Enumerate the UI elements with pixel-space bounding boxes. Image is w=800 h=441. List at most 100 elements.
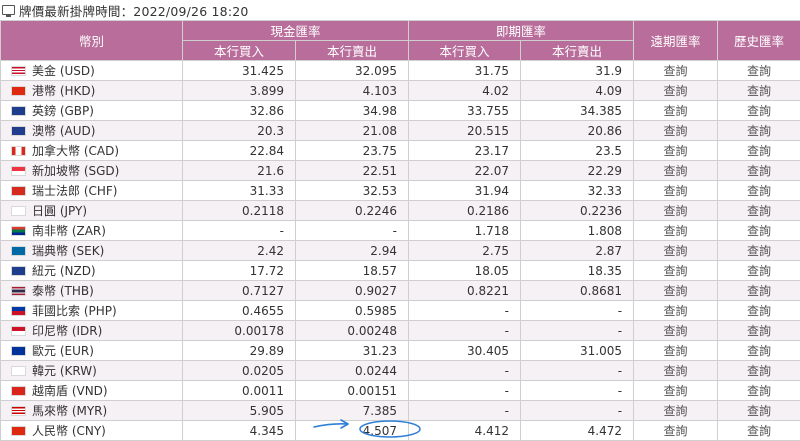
forward-rate-query-link[interactable]: 查詢 bbox=[634, 341, 718, 361]
history-rate-query-link[interactable]: 查詢 bbox=[718, 81, 800, 101]
forward-rate-query-link[interactable]: 查詢 bbox=[634, 381, 718, 401]
cash-buy-cell: 0.0205 bbox=[183, 361, 296, 381]
spot-sell-cell: 20.86 bbox=[521, 121, 634, 141]
history-rate-query-link[interactable]: 查詢 bbox=[718, 321, 800, 341]
spot-sell-cell: 0.8681 bbox=[521, 281, 634, 301]
history-rate-query-link[interactable]: 查詢 bbox=[718, 281, 800, 301]
forward-rate-query-link[interactable]: 查詢 bbox=[634, 321, 718, 341]
cash-sell-cell: 21.08 bbox=[296, 121, 409, 141]
my-flag-icon bbox=[11, 406, 26, 416]
forward-rate-query-link[interactable]: 查詢 bbox=[634, 361, 718, 381]
cash-sell-cell: 23.75 bbox=[296, 141, 409, 161]
cash-sell-cell: 34.98 bbox=[296, 101, 409, 121]
spot-buy-cell: 23.17 bbox=[409, 141, 521, 161]
history-rate-query-link[interactable]: 查詢 bbox=[718, 201, 800, 221]
cash-buy-cell: 5.905 bbox=[183, 401, 296, 421]
history-rate-query-link[interactable]: 查詢 bbox=[718, 421, 800, 441]
monitor-icon bbox=[2, 5, 15, 15]
forward-rate-query-link[interactable]: 查詢 bbox=[634, 201, 718, 221]
history-rate-query-link[interactable]: 查詢 bbox=[718, 261, 800, 281]
cash-sell-cell: 0.2246 bbox=[296, 201, 409, 221]
currency-name: 港幣 (HKD) bbox=[32, 84, 95, 98]
forward-rate-query-link[interactable]: 查詢 bbox=[634, 261, 718, 281]
table-row: 新加坡幣 (SGD)21.622.5122.0722.29查詢查詢 bbox=[1, 161, 800, 181]
cash-sell-cell: 4.103 bbox=[296, 81, 409, 101]
spot-sell-cell: 34.385 bbox=[521, 101, 634, 121]
currency-cell: 泰幣 (THB) bbox=[1, 281, 183, 301]
spot-sell-cell: 23.5 bbox=[521, 141, 634, 161]
forward-rate-query-link[interactable]: 查詢 bbox=[634, 301, 718, 321]
ph-flag-icon bbox=[11, 306, 26, 316]
cash-sell-cell: 0.9027 bbox=[296, 281, 409, 301]
table-row: 澳幣 (AUD)20.321.0820.51520.86查詢查詢 bbox=[1, 121, 800, 141]
forward-rate-query-link[interactable]: 查詢 bbox=[634, 121, 718, 141]
currency-name: 澳幣 (AUD) bbox=[32, 124, 95, 138]
spot-sell-cell: 32.33 bbox=[521, 181, 634, 201]
header-currency: 幣別 bbox=[1, 21, 183, 61]
cash-buy-cell: 2.42 bbox=[183, 241, 296, 261]
table-row: 瑞典幣 (SEK)2.422.942.752.87查詢查詢 bbox=[1, 241, 800, 261]
currency-name: 人民幣 (CNY) bbox=[32, 424, 106, 438]
cash-buy-cell: 31.425 bbox=[183, 61, 296, 81]
history-rate-query-link[interactable]: 查詢 bbox=[718, 361, 800, 381]
history-rate-query-link[interactable]: 查詢 bbox=[718, 161, 800, 181]
forward-rate-query-link[interactable]: 查詢 bbox=[634, 61, 718, 81]
history-rate-query-link[interactable]: 查詢 bbox=[718, 61, 800, 81]
history-rate-query-link[interactable]: 查詢 bbox=[718, 401, 800, 421]
history-rate-query-link[interactable]: 查詢 bbox=[718, 241, 800, 261]
forward-rate-query-link[interactable]: 查詢 bbox=[634, 421, 718, 441]
cash-buy-cell: 0.4655 bbox=[183, 301, 296, 321]
currency-cell: 人民幣 (CNY) bbox=[1, 421, 183, 441]
ca-flag-icon bbox=[11, 146, 26, 156]
forward-rate-query-link[interactable]: 查詢 bbox=[634, 161, 718, 181]
history-rate-query-link[interactable]: 查詢 bbox=[718, 181, 800, 201]
vn-flag-icon bbox=[11, 386, 26, 396]
spot-buy-cell: 1.718 bbox=[409, 221, 521, 241]
cash-buy-cell: 0.2118 bbox=[183, 201, 296, 221]
table-row: 英鎊 (GBP)32.8634.9833.75534.385查詢查詢 bbox=[1, 101, 800, 121]
history-rate-query-link[interactable]: 查詢 bbox=[718, 381, 800, 401]
spot-buy-cell: 0.2186 bbox=[409, 201, 521, 221]
currency-cell: 瑞士法郎 (CHF) bbox=[1, 181, 183, 201]
forward-rate-query-link[interactable]: 查詢 bbox=[634, 281, 718, 301]
table-row: 港幣 (HKD)3.8994.1034.024.09查詢查詢 bbox=[1, 81, 800, 101]
history-rate-query-link[interactable]: 查詢 bbox=[718, 301, 800, 321]
currency-cell: 南非幣 (ZAR) bbox=[1, 221, 183, 241]
forward-rate-query-link[interactable]: 查詢 bbox=[634, 101, 718, 121]
currency-name: 印尼幣 (IDR) bbox=[32, 324, 102, 338]
spot-buy-cell: 33.755 bbox=[409, 101, 521, 121]
forward-rate-query-link[interactable]: 查詢 bbox=[634, 81, 718, 101]
ch-flag-icon bbox=[11, 186, 26, 196]
table-row: 加拿大幣 (CAD)22.8423.7523.1723.5查詢查詢 bbox=[1, 141, 800, 161]
za-flag-icon bbox=[11, 226, 26, 236]
spot-buy-cell: 20.515 bbox=[409, 121, 521, 141]
history-rate-query-link[interactable]: 查詢 bbox=[718, 141, 800, 161]
se-flag-icon bbox=[11, 246, 26, 256]
history-rate-query-link[interactable]: 查詢 bbox=[718, 121, 800, 141]
currency-cell: 馬來幣 (MYR) bbox=[1, 401, 183, 421]
au-flag-icon bbox=[11, 126, 26, 136]
history-rate-query-link[interactable]: 查詢 bbox=[718, 101, 800, 121]
cash-sell-cell: 32.53 bbox=[296, 181, 409, 201]
history-rate-query-link[interactable]: 查詢 bbox=[718, 341, 800, 361]
table-row: 印尼幣 (IDR)0.001780.00248--查詢查詢 bbox=[1, 321, 800, 341]
header-cash-buy: 本行買入 bbox=[183, 41, 296, 61]
forward-rate-query-link[interactable]: 查詢 bbox=[634, 401, 718, 421]
forward-rate-query-link[interactable]: 查詢 bbox=[634, 141, 718, 161]
cash-sell-cell: 0.00151 bbox=[296, 381, 409, 401]
currency-name: 加拿大幣 (CAD) bbox=[32, 144, 119, 158]
spot-sell-cell: 31.9 bbox=[521, 61, 634, 81]
cash-buy-cell: 17.72 bbox=[183, 261, 296, 281]
cash-buy-cell: 0.0011 bbox=[183, 381, 296, 401]
forward-rate-query-link[interactable]: 查詢 bbox=[634, 221, 718, 241]
spot-buy-cell: 2.75 bbox=[409, 241, 521, 261]
table-row: 日圓 (JPY)0.21180.22460.21860.2236查詢查詢 bbox=[1, 201, 800, 221]
history-rate-query-link[interactable]: 查詢 bbox=[718, 221, 800, 241]
gb-flag-icon bbox=[11, 106, 26, 116]
forward-rate-query-link[interactable]: 查詢 bbox=[634, 241, 718, 261]
cash-sell-cell: 0.5985 bbox=[296, 301, 409, 321]
forward-rate-query-link[interactable]: 查詢 bbox=[634, 181, 718, 201]
cash-sell-cell: - bbox=[296, 221, 409, 241]
currency-cell: 瑞典幣 (SEK) bbox=[1, 241, 183, 261]
table-row: 馬來幣 (MYR)5.9057.385--查詢查詢 bbox=[1, 401, 800, 421]
